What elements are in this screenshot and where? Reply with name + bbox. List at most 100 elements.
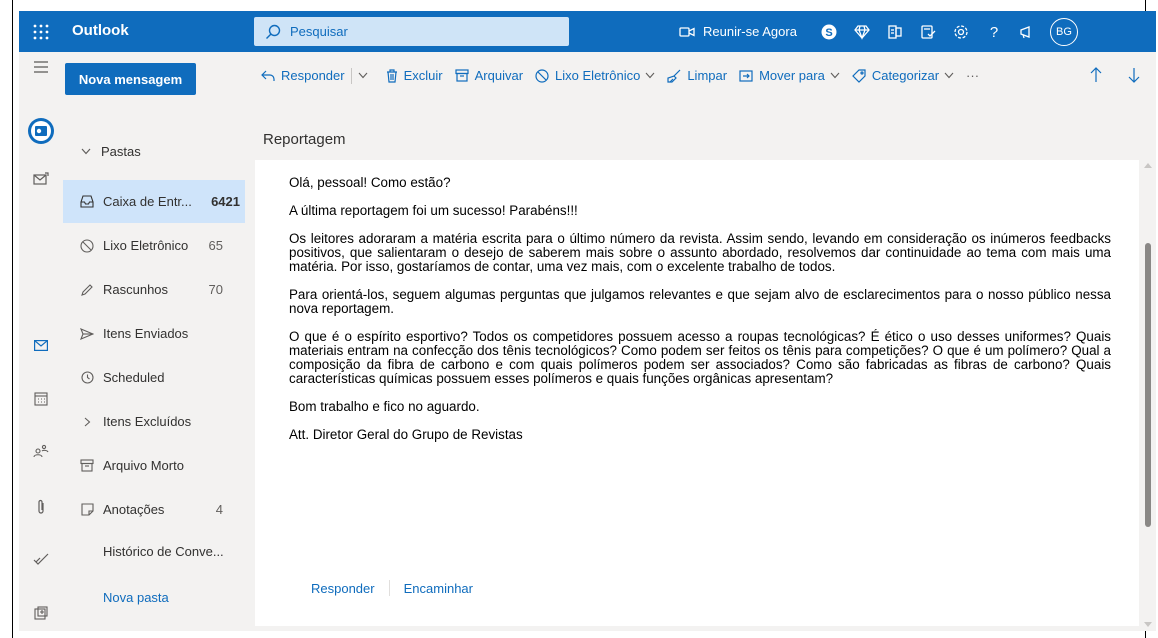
folder-label: Nova pasta: [103, 590, 169, 605]
more-apps-icon[interactable]: [19, 598, 63, 628]
skype-icon[interactable]: S: [813, 11, 846, 52]
search-input[interactable]: [290, 24, 540, 39]
folder-notes[interactable]: Anotações 4: [63, 488, 245, 531]
folder-scheduled[interactable]: Scheduled: [63, 356, 245, 399]
reply-options-dropdown[interactable]: [356, 61, 380, 91]
svg-text:?: ?: [990, 24, 998, 40]
junk-button[interactable]: Lixo Eletrônico: [529, 61, 661, 91]
new-message-button[interactable]: Nova mensagem: [65, 63, 196, 95]
message-paragraph: Bom trabalho e fico no aguardo.: [289, 399, 480, 414]
top-bar: Outlook Reunir-se Agora S: [19, 11, 1156, 52]
note-icon: [79, 502, 95, 518]
message-card: Olá, pessoal! Como estão? A última repor…: [255, 160, 1139, 626]
diamond-icon[interactable]: [846, 11, 879, 52]
folder-count: 65: [208, 238, 223, 253]
tag-icon: [851, 68, 866, 83]
attach-icon[interactable]: [19, 492, 63, 522]
scroll-up-icon[interactable]: [1143, 161, 1153, 169]
previous-message-button[interactable]: [1080, 60, 1118, 90]
new-folder-link[interactable]: Nova pasta: [63, 576, 245, 619]
next-message-button[interactable]: [1118, 60, 1156, 90]
folders-section-label: Pastas: [101, 144, 141, 159]
folder-inbox[interactable]: Caixa de Entr... 6421: [63, 180, 245, 223]
folder-label: Anotações: [103, 502, 165, 517]
hamburger-menu-icon[interactable]: [19, 52, 63, 82]
divider: [388, 580, 390, 596]
junk-label: Lixo Eletrônico: [555, 68, 641, 83]
move-to-label: Mover para: [759, 68, 825, 83]
folder-pane: Nova mensagem Pastas Caixa de Entr... 64…: [63, 52, 245, 631]
command-toolbar: Responder Excluir Arquivar Lixo Eletrôni…: [245, 52, 1156, 99]
app-title[interactable]: Outlook: [72, 22, 129, 39]
meet-now-button[interactable]: Reunir-se Agora: [679, 24, 797, 39]
pencil-icon: [79, 282, 95, 298]
arrow-down-icon: [1128, 68, 1140, 83]
waffle-icon[interactable]: [19, 11, 63, 52]
help-icon[interactable]: ?: [978, 11, 1011, 52]
trash-icon: [386, 68, 397, 83]
folder-archive[interactable]: Arquivo Morto: [63, 444, 245, 487]
meet-now-label: Reunir-se Agora: [703, 24, 797, 39]
archive-icon: [79, 458, 95, 474]
send-icon: [79, 326, 95, 342]
office-icon[interactable]: [879, 11, 912, 52]
outlook-window: Outlook Reunir-se Agora S: [19, 11, 1156, 631]
archive-button[interactable]: Arquivar: [449, 61, 529, 91]
todo-icon[interactable]: [19, 544, 63, 574]
categorize-button[interactable]: Categorizar: [846, 61, 960, 91]
page-frame-left: [12, 0, 13, 638]
outlook-app-icon[interactable]: [19, 116, 63, 146]
message-body: Olá, pessoal! Como estão? A última repor…: [289, 176, 1111, 456]
folder-label: Arquivo Morto: [103, 458, 184, 473]
arrow-up-icon: [1090, 67, 1102, 82]
folders-section-toggle[interactable]: Pastas: [81, 144, 141, 159]
folder-label: Rascunhos: [103, 282, 169, 297]
folder-label: Caixa de Entr...: [103, 194, 192, 209]
search-box[interactable]: [254, 17, 569, 46]
scroll-down-icon[interactable]: [1143, 621, 1153, 629]
archive-icon: [455, 69, 469, 82]
chevron-down-icon: [830, 72, 840, 79]
search-icon: [264, 23, 282, 41]
message-paragraph: Para orientá-los, seguem algumas pergunt…: [289, 287, 1111, 316]
reply-button[interactable]: Responder: [255, 61, 351, 91]
delete-button[interactable]: Excluir: [380, 61, 449, 91]
scrollbar-thumb[interactable]: [1145, 243, 1151, 527]
divider: [350, 67, 352, 84]
folder-label: Itens Excluídos: [103, 414, 192, 429]
reply-link[interactable]: Responder: [311, 581, 375, 596]
forward-link[interactable]: Encaminhar: [404, 581, 473, 596]
svg-text:S: S: [826, 27, 833, 39]
sweep-button[interactable]: Limpar: [661, 61, 733, 91]
folder-label: Lixo Eletrônico: [103, 238, 189, 253]
people-icon[interactable]: [19, 436, 63, 466]
chevron-down-icon: [944, 72, 954, 79]
folder-junk[interactable]: Lixo Eletrônico 65: [63, 224, 245, 267]
tasks-icon[interactable]: [912, 11, 945, 52]
message-subject: Reportagem: [263, 131, 346, 148]
chevron-down-icon: [81, 148, 91, 155]
mail-icon[interactable]: [19, 330, 63, 360]
folder-drafts[interactable]: Rascunhos 70: [63, 268, 245, 311]
chevron-down-icon: [645, 72, 655, 79]
sweep-label: Limpar: [687, 68, 728, 83]
folder-deleted[interactable]: Itens Excluídos: [63, 400, 245, 443]
inbox-icon: [79, 194, 95, 210]
left-rail: [19, 52, 63, 631]
chevron-down-icon: [358, 72, 368, 79]
settings-icon[interactable]: [945, 11, 978, 52]
calendar-icon[interactable]: [19, 384, 63, 414]
clock-icon: [79, 370, 95, 386]
more-actions-button[interactable]: ···: [960, 61, 985, 91]
folder-label: Histórico de Conve...: [103, 544, 224, 559]
folder-sent[interactable]: Itens Enviados: [63, 312, 245, 355]
mail-compose-icon[interactable]: [19, 164, 63, 194]
message-paragraph: O que é o espírito esportivo? Todos os c…: [289, 329, 1111, 386]
move-to-button[interactable]: Mover para: [733, 61, 846, 91]
junk-icon: [535, 68, 549, 83]
folder-count: 70: [208, 282, 223, 297]
categorize-label: Categorizar: [871, 68, 940, 83]
avatar[interactable]: BG: [1049, 17, 1078, 46]
megaphone-icon[interactable]: [1011, 11, 1044, 52]
folder-conversation-history[interactable]: Histórico de Conve...: [63, 530, 245, 573]
